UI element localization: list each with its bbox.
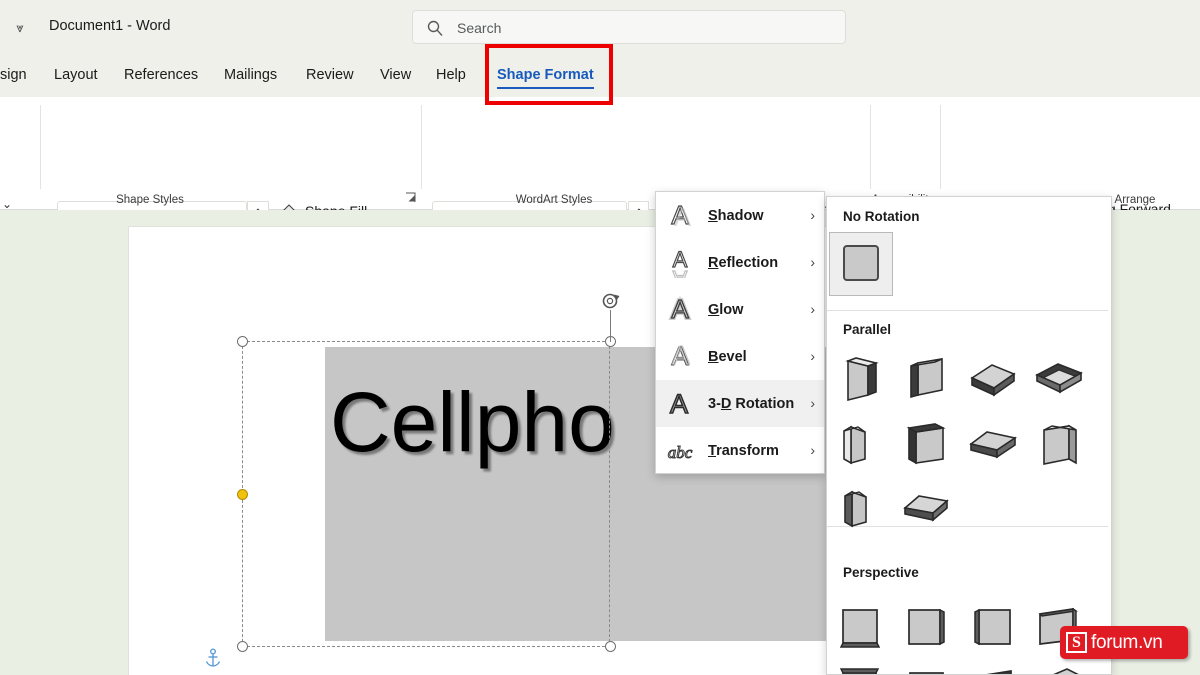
ribbon-tab-strip: sign Layout References Mailings Review V… xyxy=(0,54,1200,97)
section-heading-parallel: Parallel xyxy=(843,322,892,337)
submenu-scrollbar[interactable] xyxy=(1108,197,1111,674)
watermark-badge: S xyxy=(1066,632,1087,653)
rotation-thumb-perspective[interactable] xyxy=(901,667,953,674)
svg-text:abc: abc xyxy=(668,443,693,462)
group-separator-4 xyxy=(940,105,941,189)
wordart-reflection-icon: A A xyxy=(665,246,696,291)
rotation-thumb-parallel[interactable] xyxy=(1033,352,1085,404)
rotation-thumb-perspective[interactable] xyxy=(967,602,1019,654)
tab-layout[interactable]: Layout xyxy=(50,54,102,97)
group-separator-3 xyxy=(870,105,871,189)
rotation-thumb-parallel[interactable] xyxy=(835,419,887,471)
wordart-3d-rotation-icon: A A xyxy=(665,388,696,420)
resize-handle-bottom-right[interactable] xyxy=(605,641,616,652)
menu-item-shadow-label: Shadow xyxy=(708,207,764,224)
menu-item-shadow[interactable]: A A Shadow › xyxy=(656,192,824,239)
section-heading-perspective: Perspective xyxy=(843,565,919,580)
menu-item-bevel[interactable]: A A Bevel › xyxy=(656,333,824,380)
shape-styles-group-label: Shape Styles xyxy=(116,194,184,206)
svg-text:A: A xyxy=(672,341,690,370)
text-effects-menu[interactable]: A A Shadow › A A Reflection › xyxy=(655,191,825,474)
tab-review[interactable]: Review xyxy=(302,54,358,97)
rotation-thumb-perspective[interactable] xyxy=(835,667,887,674)
watermark-logo: S forum.vn xyxy=(1060,626,1188,659)
menu-item-glow-label: Glow xyxy=(708,301,744,318)
section-heading-no-rotation: No Rotation xyxy=(843,209,920,224)
rotation-stem xyxy=(610,310,611,342)
submenu-arrow-icon: › xyxy=(810,395,815,411)
wordart-bevel-icon: A A xyxy=(665,340,696,372)
rotate-handle-icon[interactable] xyxy=(600,290,622,312)
title-bar: ⩔ Document1 - Word Search xyxy=(0,0,1200,54)
rotation-thumb-perspective[interactable] xyxy=(835,602,887,654)
document-title: Document1 - Word xyxy=(49,18,171,34)
tab-references[interactable]: References xyxy=(120,54,202,97)
resize-handle-bottom-left[interactable] xyxy=(237,641,248,652)
rotation-thumb-parallel[interactable] xyxy=(901,419,953,471)
tab-mailings[interactable]: Mailings xyxy=(220,54,281,97)
menu-item-bevel-label: Bevel xyxy=(708,348,747,365)
search-placeholder: Search xyxy=(457,20,502,36)
tab-design[interactable]: sign xyxy=(0,54,31,97)
menu-item-glow[interactable]: A A Glow › xyxy=(656,286,824,333)
rotation-thumb-parallel[interactable] xyxy=(967,352,1019,404)
rotation-thumb-perspective[interactable] xyxy=(901,602,953,654)
rotation-thumb-parallel[interactable] xyxy=(901,352,953,404)
wordart-styles-group-label: WordArt Styles xyxy=(515,194,593,206)
group-separator-1 xyxy=(40,105,41,189)
adjust-handle-yellow[interactable] xyxy=(237,489,248,500)
watermark-text: forum.vn xyxy=(1091,631,1163,653)
svg-text:A: A xyxy=(674,202,692,231)
resize-handle-top-left[interactable] xyxy=(237,336,248,347)
submenu-arrow-icon: › xyxy=(810,301,815,317)
tab-help[interactable]: Help xyxy=(432,54,470,97)
rotation-thumb-no-rotation[interactable] xyxy=(829,232,893,296)
wordart-glow-icon: A A xyxy=(665,292,696,326)
shape-selection-frame xyxy=(242,341,610,647)
rotation-thumb-perspective[interactable] xyxy=(1033,667,1085,674)
wordart-shadow-icon: A A xyxy=(665,199,696,232)
tab-shape-format[interactable]: Shape Format xyxy=(493,54,598,97)
section-divider-1 xyxy=(827,310,1111,311)
rotation-thumb-perspective[interactable] xyxy=(967,667,1019,674)
wordart-transform-icon: abc xyxy=(665,435,696,466)
submenu-arrow-icon: › xyxy=(810,348,815,364)
submenu-arrow-icon: › xyxy=(810,207,815,223)
svg-text:A: A xyxy=(671,294,689,324)
rotation-thumb-parallel[interactable] xyxy=(835,352,887,404)
menu-item-reflection[interactable]: A A Reflection › xyxy=(656,239,824,291)
submenu-arrow-icon: › xyxy=(810,254,815,270)
word-window: ⩔ Document1 - Word Search sign Layout Re… xyxy=(0,0,1200,675)
menu-item-3d-rotation[interactable]: A A 3-D Rotation › xyxy=(656,380,824,427)
rotation-thumb-parallel[interactable] xyxy=(967,419,1019,471)
object-anchor-icon xyxy=(204,648,222,670)
rotation-thumb-parallel[interactable] xyxy=(1033,419,1085,471)
shape-styles-dialog-launcher[interactable] xyxy=(405,192,418,205)
menu-item-reflection-label: Reflection xyxy=(708,254,779,271)
menu-item-transform[interactable]: abc Transform › xyxy=(656,427,824,474)
group-separator-2 xyxy=(421,105,422,189)
ribbon: ⌄ Box Abc Abc Abc ⌃ ⌄ ⍗ Shape Fill ⌄ xyxy=(0,97,1200,280)
rotation-thumb-parallel[interactable] xyxy=(901,482,953,534)
rotation-thumb-parallel[interactable] xyxy=(835,482,887,534)
search-icon xyxy=(426,19,444,37)
svg-text:A: A xyxy=(673,266,688,278)
menu-item-3d-rotation-label: 3-D Rotation xyxy=(708,395,795,412)
submenu-arrow-icon: › xyxy=(810,442,815,458)
menu-item-transform-label: Transform xyxy=(708,442,779,459)
tab-view[interactable]: View xyxy=(376,54,415,97)
arrange-group-label: Arrange xyxy=(1114,194,1156,206)
quick-access-chevron-icon[interactable]: ⩔ xyxy=(10,18,30,38)
svg-text:A: A xyxy=(670,389,688,419)
insert-shapes-chevron-icon[interactable]: ⌄ xyxy=(2,197,12,211)
search-box[interactable]: Search xyxy=(412,10,846,44)
